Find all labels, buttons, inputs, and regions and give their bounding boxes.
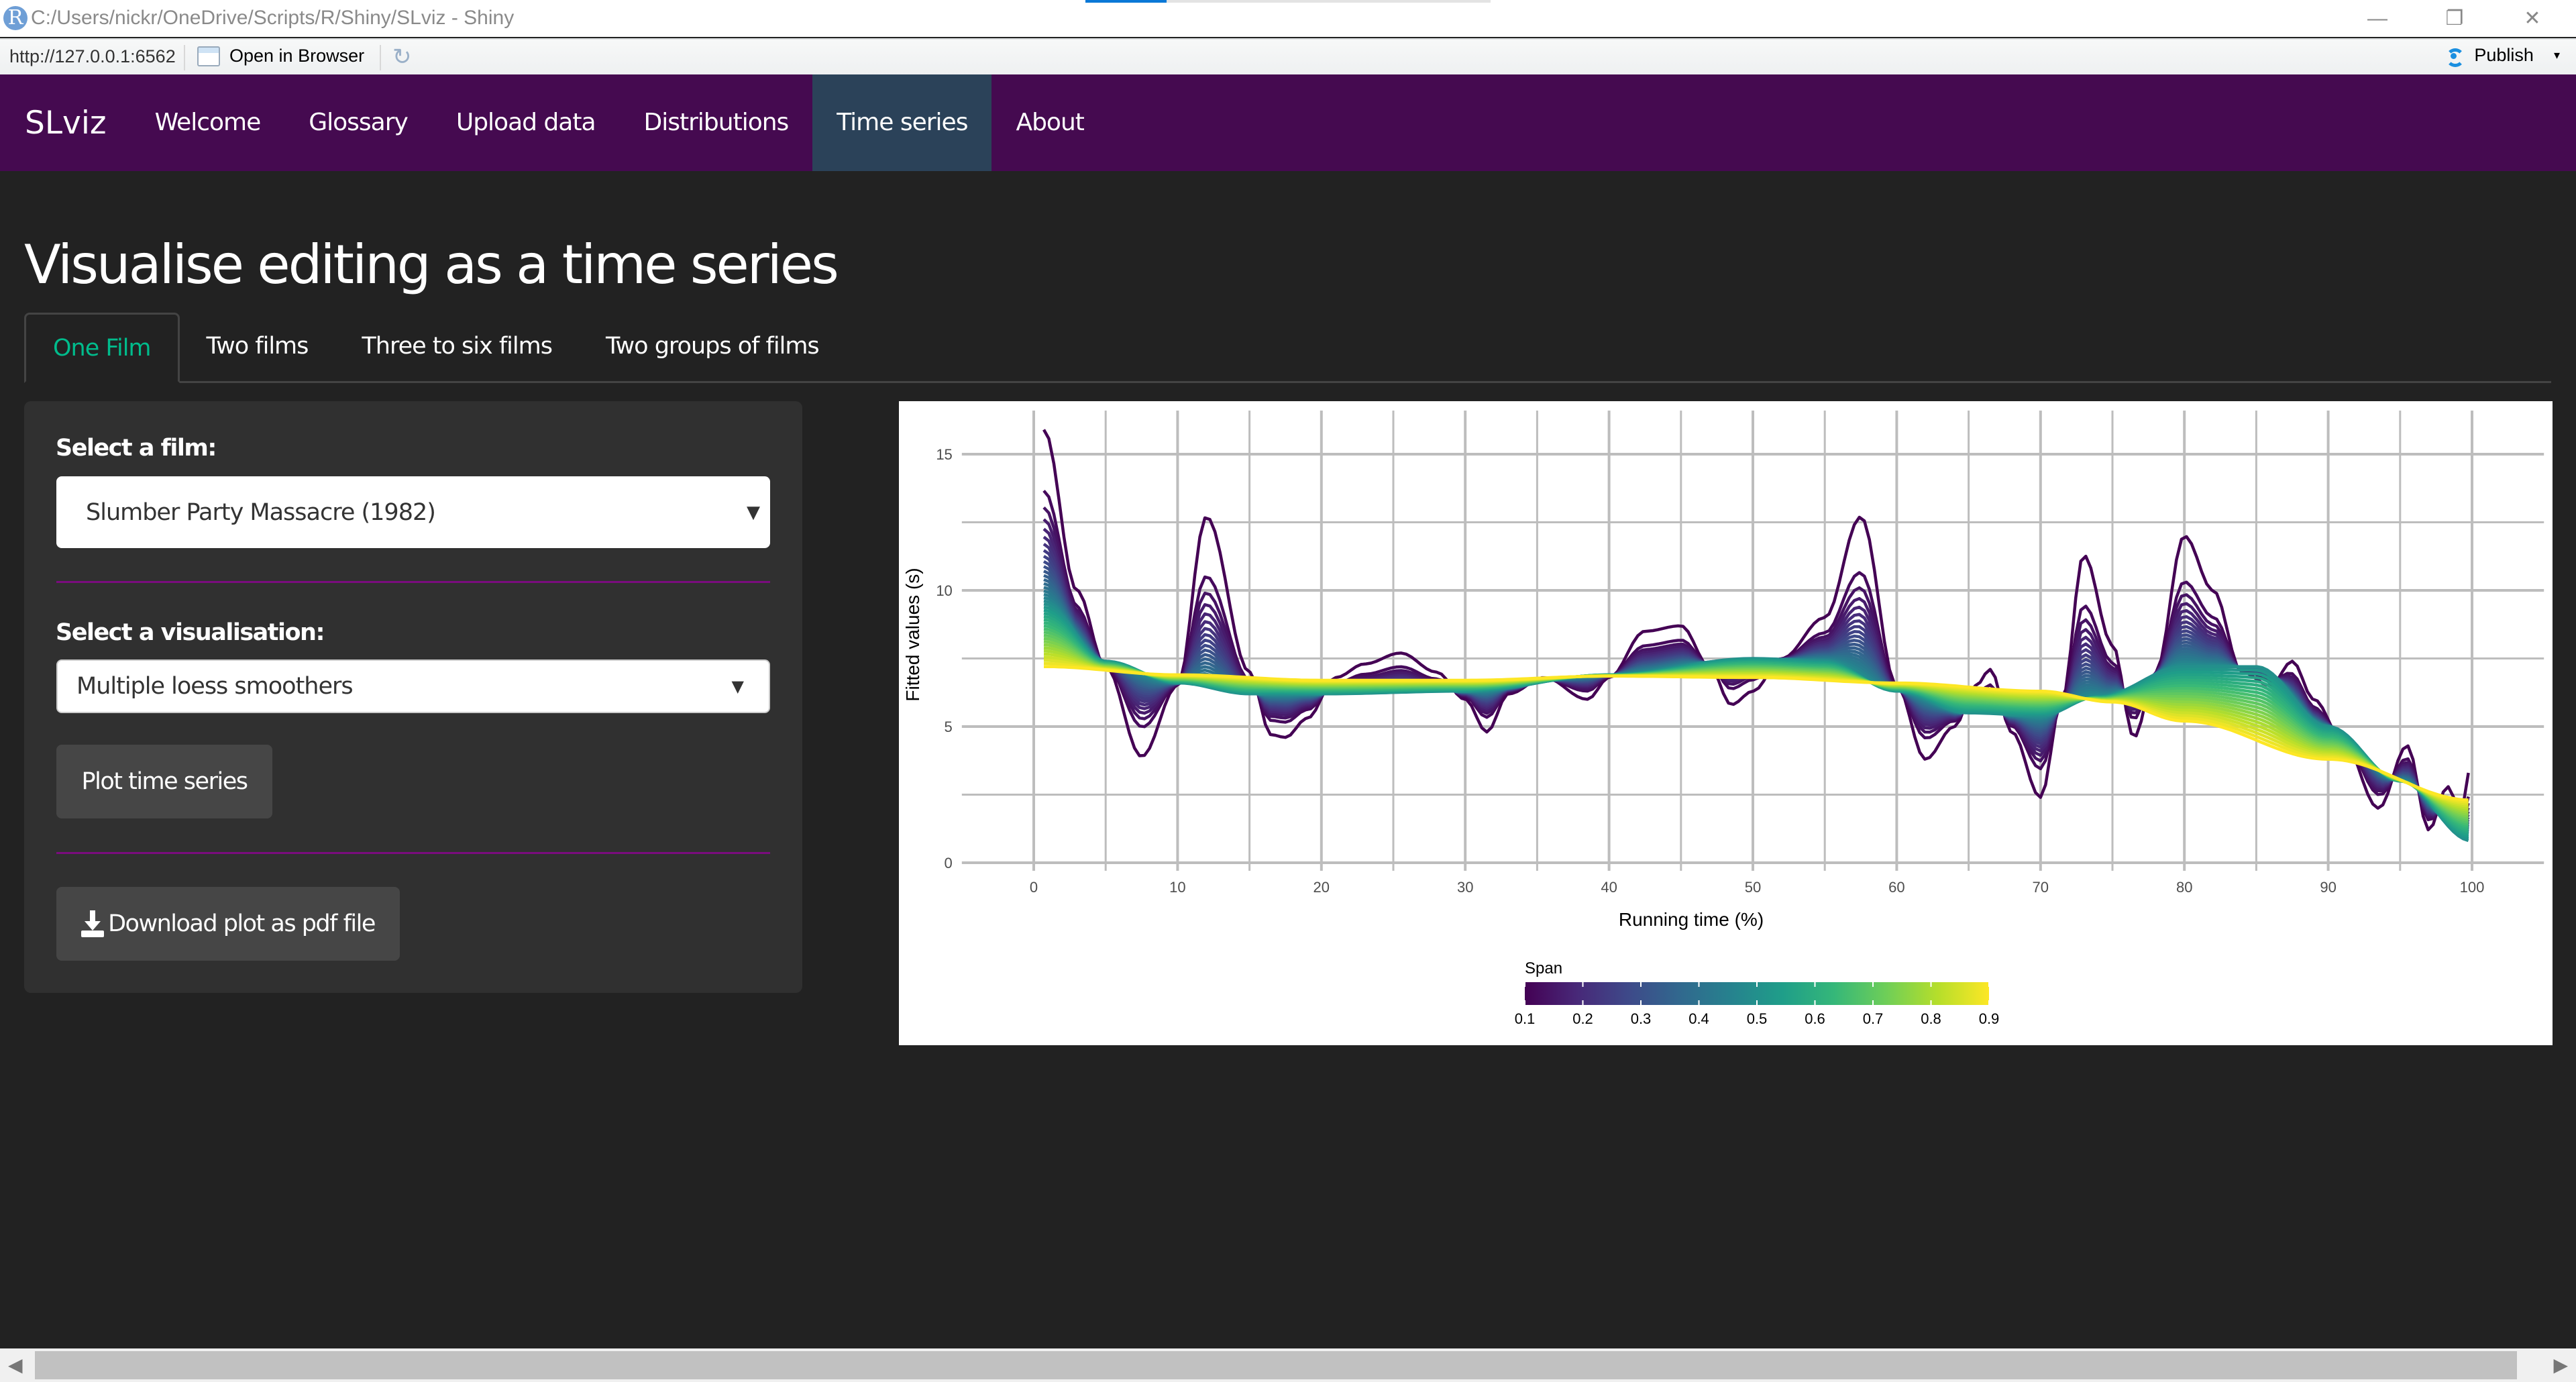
y-tick-label: 10 bbox=[936, 582, 952, 599]
publish-icon bbox=[2440, 46, 2466, 67]
film-select[interactable]: Slumber Party Massacre (1982) ▼ bbox=[56, 476, 770, 548]
window-title-bar: R C:/Users/nickr/OneDrive/Scripts/R/Shin… bbox=[0, 0, 2576, 37]
open-window-icon bbox=[197, 46, 220, 66]
legend-tick-label: 0.1 bbox=[1515, 1010, 1536, 1027]
nav-distributions[interactable]: Distributions bbox=[620, 74, 813, 171]
download-pdf-button[interactable]: Download plot as pdf file bbox=[56, 887, 400, 961]
publish-button[interactable]: Publish ▾ bbox=[2440, 45, 2560, 67]
divider bbox=[56, 581, 770, 583]
download-pdf-label: Download plot as pdf file bbox=[108, 910, 376, 937]
minimize-button[interactable]: — bbox=[2357, 5, 2398, 32]
page-title: Visualise editing as a time series bbox=[24, 233, 839, 296]
restore-button[interactable]: ❐ bbox=[2434, 5, 2475, 32]
navbar: SLviz Welcome Glossary Upload data Distr… bbox=[0, 74, 2576, 171]
visualisation-select-value: Multiple loess smoothers bbox=[76, 673, 354, 700]
plot-time-series-label: Plot time series bbox=[81, 768, 248, 795]
y-tick-label: 0 bbox=[945, 855, 953, 871]
visualisation-select-label: Select a visualisation: bbox=[56, 619, 325, 646]
download-icon bbox=[81, 910, 105, 937]
chevron-down-icon[interactable]: ▾ bbox=[2554, 48, 2560, 62]
viewer-toolbar: http://127.0.0.1:6562 Open in Browser ↻ … bbox=[0, 38, 2576, 76]
x-tick-label: 30 bbox=[1457, 879, 1473, 896]
chart-svg: 0 10 20 30 40 50 60 70 80 90 100 0 5 10 15 Running tim… bbox=[902, 411, 2544, 1027]
x-tick-label: 90 bbox=[2320, 879, 2336, 896]
open-in-browser-button[interactable]: Open in Browser bbox=[197, 46, 364, 66]
reload-icon[interactable]: ↻ bbox=[392, 44, 412, 70]
span-legend: Span 0.1 0.2 0.3 0.4 0.5 0.6 0.7 0.8 0.9 bbox=[1515, 959, 2000, 1027]
legend-tick-label: 0.3 bbox=[1631, 1010, 1652, 1027]
tab-two-films[interactable]: Two films bbox=[180, 313, 335, 381]
navbar-brand[interactable]: SLviz bbox=[25, 105, 107, 142]
nav-welcome[interactable]: Welcome bbox=[131, 74, 285, 171]
y-tick-label: 5 bbox=[945, 719, 953, 735]
tab-three-to-six-films[interactable]: Three to six films bbox=[335, 313, 579, 381]
legend-tick-label: 0.8 bbox=[1921, 1010, 1941, 1027]
tab-two-groups-of-films[interactable]: Two groups of films bbox=[579, 313, 846, 381]
scroll-right-arrow[interactable]: ▶ bbox=[2553, 1354, 2568, 1376]
x-tick-label: 100 bbox=[2460, 879, 2485, 896]
legend-tick-label: 0.6 bbox=[1805, 1010, 1825, 1027]
x-tick-label: 80 bbox=[2176, 879, 2192, 896]
y-tick-label: 15 bbox=[936, 446, 952, 463]
legend-tick-label: 0.5 bbox=[1747, 1010, 1768, 1027]
nav-time-series[interactable]: Time series bbox=[812, 74, 992, 171]
x-tick-label: 10 bbox=[1169, 879, 1185, 896]
x-tick-label: 60 bbox=[1888, 879, 1904, 896]
publish-label: Publish bbox=[2474, 45, 2534, 65]
caret-down-icon: ▼ bbox=[731, 677, 744, 696]
url-display[interactable]: http://127.0.0.1:6562 bbox=[9, 46, 176, 67]
loading-progress-bar bbox=[1085, 0, 1491, 3]
visualisation-select[interactable]: Multiple loess smoothers ▼ bbox=[56, 659, 770, 713]
film-tabs: One Film Two films Three to six films Tw… bbox=[24, 313, 2551, 383]
smoother-line bbox=[1043, 592, 2469, 839]
film-select-label: Select a film: bbox=[56, 435, 217, 462]
sidebar-panel: Select a film: Slumber Party Massacre (1… bbox=[24, 401, 802, 993]
scrollbar-thumb[interactable] bbox=[35, 1351, 2517, 1379]
legend-tick-label: 0.7 bbox=[1863, 1010, 1884, 1027]
legend-tick-label: 0.9 bbox=[1979, 1010, 2000, 1027]
legend-title: Span bbox=[1525, 959, 1562, 977]
legend-tick-label: 0.2 bbox=[1572, 1010, 1593, 1027]
nav-glossary[interactable]: Glossary bbox=[284, 74, 432, 171]
tab-one-film[interactable]: One Film bbox=[24, 313, 180, 383]
y-axis-label: Fitted values (s) bbox=[902, 568, 923, 701]
legend-tick-label: 0.4 bbox=[1688, 1010, 1709, 1027]
horizontal-scrollbar[interactable]: ◀ ▶ bbox=[0, 1348, 2576, 1382]
close-button[interactable]: ✕ bbox=[2512, 5, 2553, 32]
smoother-curves bbox=[1042, 429, 2470, 843]
toolbar-divider bbox=[380, 45, 381, 70]
nav-about[interactable]: About bbox=[991, 74, 1108, 171]
plot-time-series-button[interactable]: Plot time series bbox=[56, 745, 272, 818]
toolbar-divider bbox=[184, 45, 185, 70]
window-title: C:/Users/nickr/OneDrive/Scripts/R/Shiny/… bbox=[31, 7, 515, 29]
smoother-line bbox=[1042, 490, 2470, 822]
scroll-left-arrow[interactable]: ◀ bbox=[8, 1354, 23, 1376]
caret-down-icon: ▼ bbox=[747, 502, 760, 523]
x-tick-label: 40 bbox=[1601, 879, 1617, 896]
nav-upload-data[interactable]: Upload data bbox=[432, 74, 620, 171]
divider bbox=[56, 852, 770, 854]
film-select-value: Slumber Party Massacre (1982) bbox=[86, 498, 436, 526]
x-tick-label: 70 bbox=[2033, 879, 2049, 896]
x-tick-label: 50 bbox=[1745, 879, 1761, 896]
r-app-icon: R bbox=[3, 6, 28, 30]
x-axis-label: Running time (%) bbox=[1619, 909, 1764, 930]
loading-progress-fill bbox=[1085, 0, 1167, 3]
x-tick-label: 0 bbox=[1030, 879, 1038, 896]
x-tick-label: 20 bbox=[1313, 879, 1330, 896]
open-in-browser-label: Open in Browser bbox=[229, 46, 365, 66]
smoother-line bbox=[1042, 429, 2470, 832]
time-series-plot: 0 10 20 30 40 50 60 70 80 90 100 0 5 10 15 Running tim… bbox=[899, 401, 2553, 1045]
